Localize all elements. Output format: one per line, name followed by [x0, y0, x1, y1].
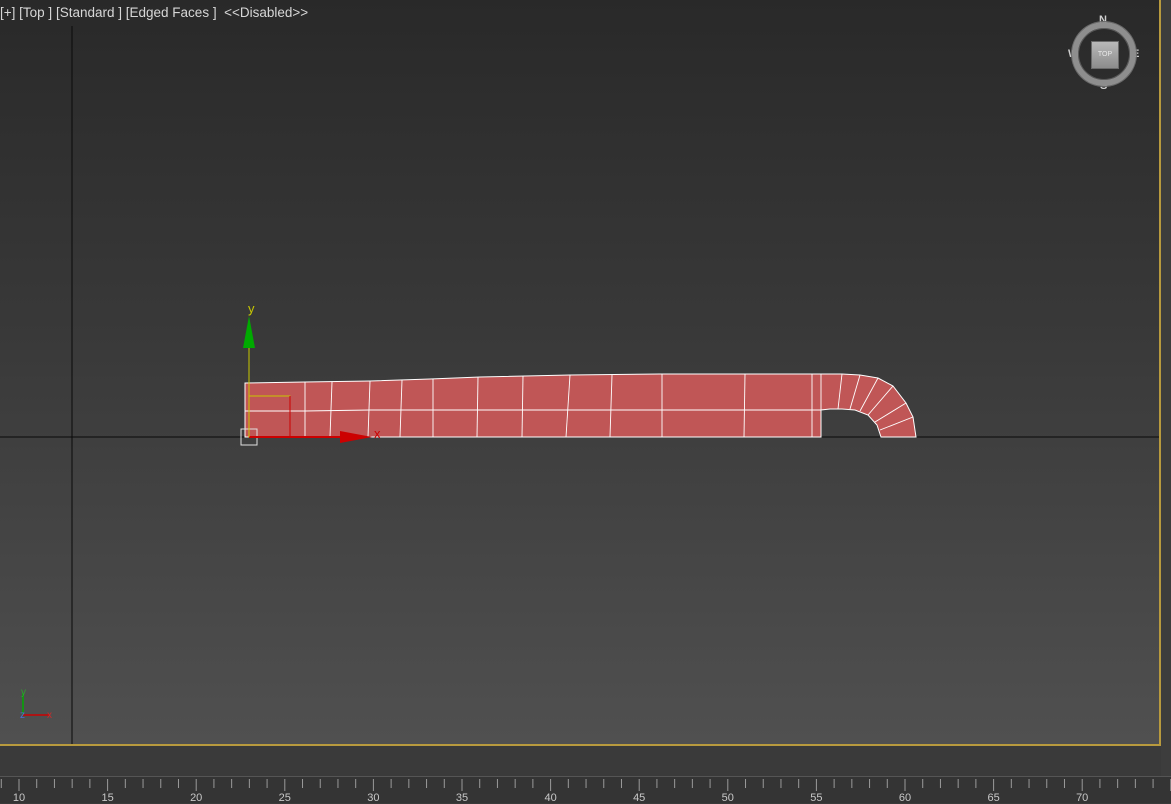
viewcube[interactable]: N S W E TOP — [1066, 14, 1142, 94]
ruler-tick-label: 70 — [1076, 792, 1089, 804]
ruler-tick-label: 35 — [455, 792, 469, 804]
ruler-tick-label: 25 — [278, 792, 291, 804]
viewport-side-strip — [1161, 0, 1171, 776]
ruler-tick-label: 50 — [721, 792, 734, 804]
ruler-tick-label: 40 — [544, 792, 557, 804]
scene-canvas[interactable]: x y — [0, 0, 1159, 744]
axis-tripod: y z x — [20, 687, 52, 721]
ruler-tick-label: 65 — [987, 792, 1000, 804]
tripod-x-label: x — [47, 710, 52, 721]
ruler-tick-label: 45 — [633, 792, 646, 804]
tripod-y-label: y — [21, 687, 26, 698]
ruler-tick-label: 20 — [190, 792, 203, 804]
tripod-z-label: z — [20, 710, 25, 721]
viewcube-top-face[interactable]: TOP — [1091, 41, 1119, 69]
gizmo-x-label: x — [374, 426, 381, 441]
ruler-tick-label: 60 — [898, 792, 912, 804]
timeline-ruler[interactable]: 10 15 20 25 30 35 40 45 50 55 60 65 70 — [0, 776, 1171, 804]
gizmo-y-label: y — [248, 301, 255, 316]
ruler-tick-label: 55 — [810, 792, 823, 804]
ruler-tick-label: 15 — [101, 792, 114, 804]
mesh-outline — [244, 373, 917, 438]
ruler-tick-label: 10 — [12, 792, 26, 804]
ruler-tick-label: 30 — [367, 792, 380, 804]
gizmo-y-arrow[interactable] — [243, 316, 255, 348]
viewport-top[interactable]: [+] [Top ] [Standard ] [Edged Faces ] <<… — [0, 0, 1161, 746]
mesh-object[interactable] — [244, 373, 917, 438]
